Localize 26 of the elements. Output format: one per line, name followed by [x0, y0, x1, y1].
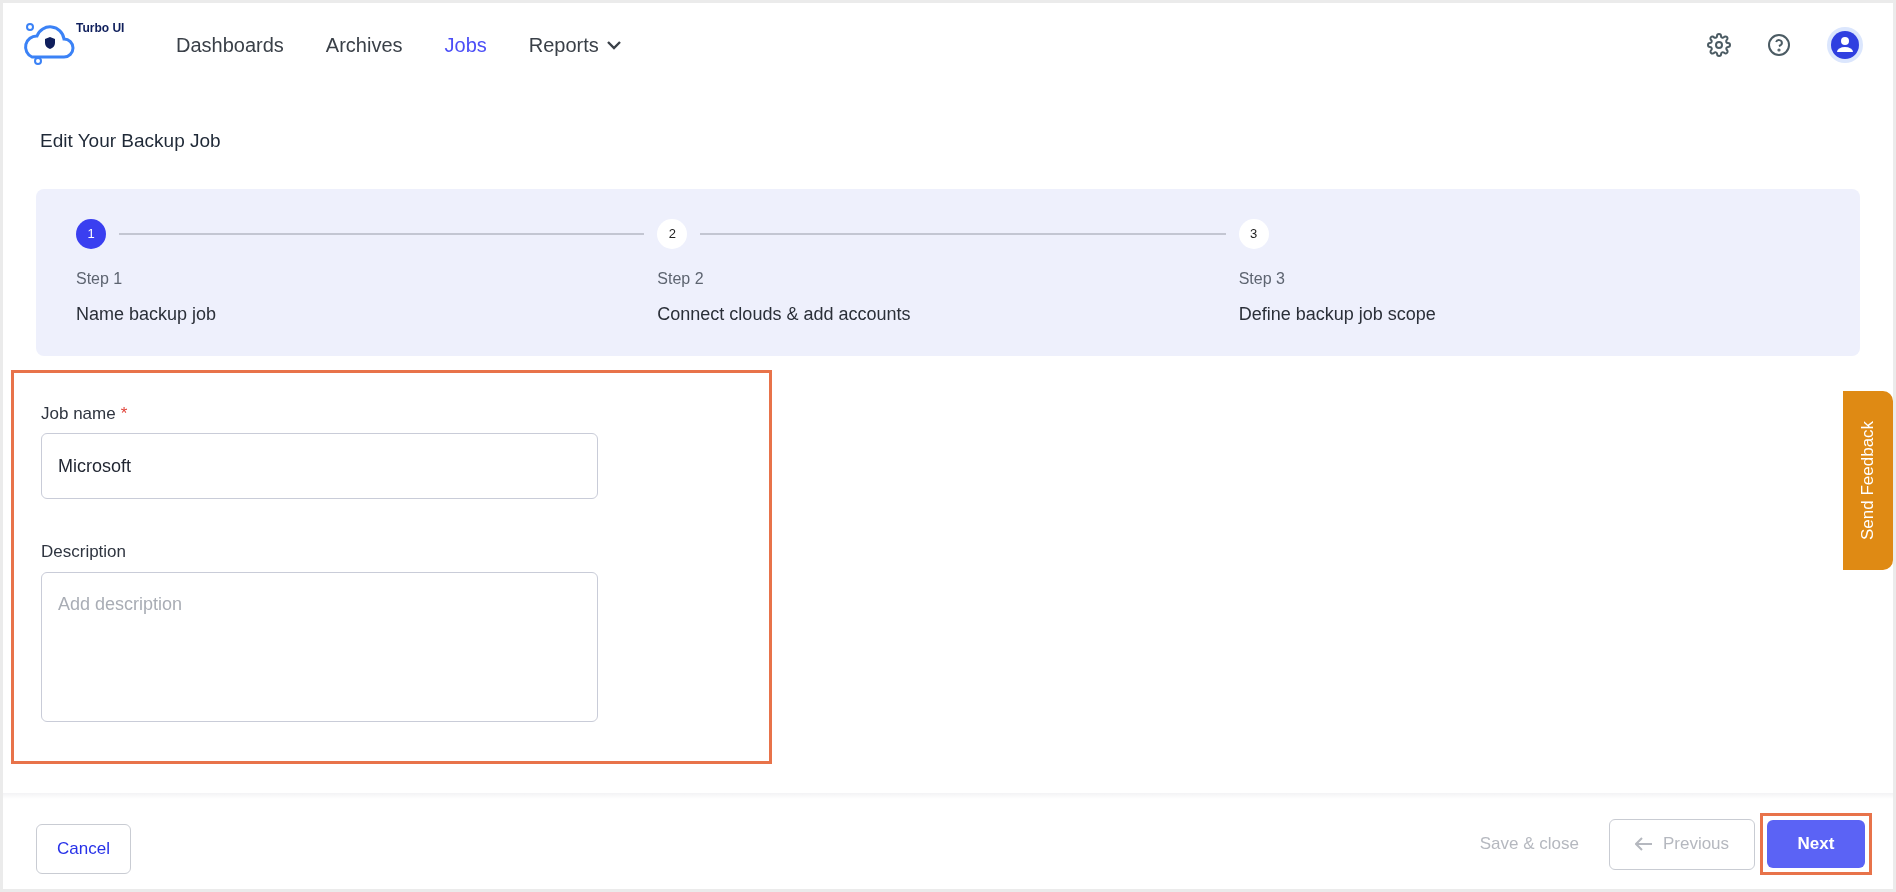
- step-title: Name backup job: [76, 302, 218, 326]
- step-title: Define backup job scope: [1238, 302, 1437, 326]
- required-mark: *: [120, 402, 128, 425]
- cancel-button[interactable]: Cancel: [36, 824, 131, 874]
- step-number: 2: [657, 218, 688, 249]
- settings-icon[interactable]: [1707, 33, 1731, 57]
- next-button[interactable]: Next: [1767, 820, 1865, 868]
- nav-link[interactable]: Archives: [325, 30, 403, 60]
- logo-text: Turbo UI: [76, 20, 125, 37]
- step-caption: Step 2: [657, 268, 705, 289]
- field-label: Job name: [41, 402, 116, 425]
- step-caption: Step 1: [76, 268, 124, 289]
- user-avatar-icon[interactable]: [1827, 27, 1863, 63]
- nav-link[interactable]: Jobs: [444, 30, 487, 60]
- description-field[interactable]: Add description: [41, 571, 598, 722]
- step-title: Connect clouds & add accounts: [657, 302, 912, 326]
- nav-link[interactable]: Reports: [528, 30, 621, 60]
- nav-link[interactable]: Dashboards: [176, 30, 284, 60]
- step-number: 3: [1238, 218, 1269, 249]
- help-icon[interactable]: [1767, 33, 1791, 57]
- page-title: Edit Your Backup Job: [40, 129, 222, 153]
- arrow-left-icon: [1634, 837, 1653, 851]
- step-number: 1: [76, 218, 106, 249]
- step-caption: Step 3: [1238, 268, 1286, 289]
- field-label: Description: [41, 542, 127, 561]
- job-name-field[interactable]: Microsoft: [41, 433, 598, 499]
